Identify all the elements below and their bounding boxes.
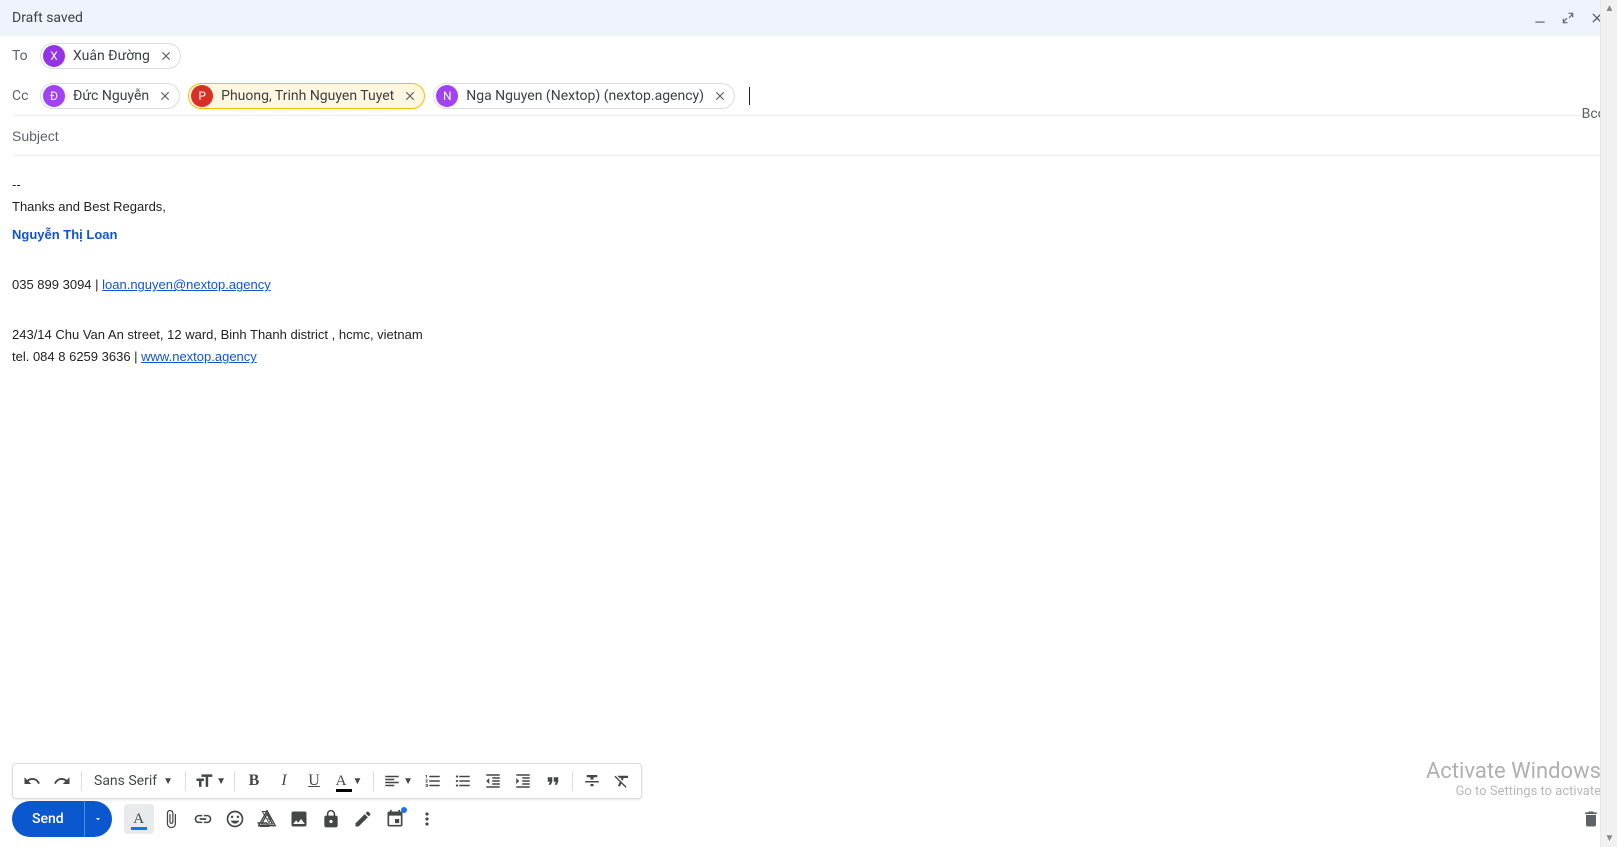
indent-more-button[interactable] [508,766,538,796]
insert-drive-button[interactable] [252,804,282,834]
sig-regards: Thanks and Best Regards, [12,196,1605,218]
chevron-down-icon: ▼ [216,776,226,787]
redo-button[interactable] [47,766,77,796]
separator [81,771,82,791]
schedule-send-button[interactable] [380,804,410,834]
draft-status: Draft saved [12,10,1533,26]
to-chips: X Xuân Đường [40,43,181,69]
chevron-down-icon: ▼ [403,776,413,787]
avatar: X [43,45,65,67]
separator [373,771,374,791]
sig-separator: -- [12,174,1605,196]
subject-input[interactable] [12,128,1605,144]
formatting-options-button[interactable]: A [124,804,154,834]
send-button[interactable]: Send [12,801,84,837]
font-size-button[interactable]: ▼ [190,766,230,796]
text-color-button[interactable]: A ▼ [329,766,369,796]
recipient-chip[interactable]: X Xuân Đường [40,43,181,69]
compose-header: Draft saved [0,0,1617,36]
remove-chip-icon[interactable] [158,48,174,64]
scrollbar-thumb[interactable] [1601,17,1617,830]
send-button-group: Send [12,801,112,837]
remove-chip-icon[interactable] [402,88,418,104]
chevron-down-icon: ▼ [163,776,173,787]
text-cursor [749,87,750,105]
quote-button[interactable] [538,766,568,796]
confidential-mode-button[interactable] [316,804,346,834]
numbered-list-button[interactable] [418,766,448,796]
strikethrough-button[interactable] [577,766,607,796]
sig-contact-line: 035 899 3094 | loan.nguyen@nextop.agency [12,274,1605,296]
avatar: P [191,85,213,107]
italic-button[interactable]: I [269,766,299,796]
recipient-chip[interactable]: Đ Đức Nguyễn [40,83,180,109]
recipient-chip[interactable]: P Phuong, Trinh Nguyen Tuyet [188,83,425,109]
chip-name: Đức Nguyễn [65,88,157,104]
separator [234,771,235,791]
separator [572,771,573,791]
compose-body[interactable]: -- Thanks and Best Regards, Nguyễn Thị L… [0,156,1617,387]
more-options-button[interactable] [412,804,442,834]
insert-link-button[interactable] [188,804,218,834]
vertical-scrollbar[interactable]: ▲ ▼ [1600,0,1617,847]
sig-phone: 035 899 3094 [12,277,92,292]
remove-formatting-button[interactable] [607,766,637,796]
chip-name: Xuân Đường [65,48,158,64]
sig-email-link[interactable]: loan.nguyen@nextop.agency [102,277,271,292]
avatar: N [436,85,458,107]
to-row[interactable]: To X Xuân Đường [12,36,1605,76]
sig-name: Nguyễn Thị Loan [12,224,1605,246]
window-controls [1533,10,1605,26]
sig-address: 243/14 Chu Van An street, 12 ward, Binh … [12,324,1605,346]
scroll-down-button[interactable]: ▼ [1601,830,1617,847]
minimize-button[interactable] [1533,11,1547,25]
undo-button[interactable] [17,766,47,796]
watermark-line2: Go to Settings to activate [1426,784,1601,799]
chip-name: Phuong, Trinh Nguyen Tuyet [213,88,402,104]
chip-name: Nga Nguyen (Nextop) (nextop.agency) [458,88,712,104]
subject-row[interactable] [12,116,1605,156]
remove-chip-icon[interactable] [712,88,728,104]
remove-chip-icon[interactable] [157,88,173,104]
recipient-chip[interactable]: N Nga Nguyen (Nextop) (nextop.agency) [433,83,735,109]
bottom-bar: Send A [12,799,1605,839]
bulleted-list-button[interactable] [448,766,478,796]
format-toolbar: Sans Serif ▼ ▼ B I U A ▼ ▼ [12,763,642,799]
bold-button[interactable]: B [239,766,269,796]
to-label: To [12,48,40,64]
sig-tel-line: tel. 084 8 6259 3636 | www.nextop.agency [12,346,1605,368]
font-name: Sans Serif [94,773,157,789]
cc-row[interactable]: Cc Đ Đức Nguyễn P Phuong, Trinh Nguyen T… [12,76,1605,116]
insert-emoji-button[interactable] [220,804,250,834]
cc-label: Cc [12,88,40,104]
windows-activation-watermark: Activate Windows Go to Settings to activ… [1426,759,1601,799]
discard-draft-button[interactable] [1581,809,1601,833]
send-options-button[interactable] [84,801,112,837]
cc-chips: Đ Đức Nguyễn P Phuong, Trinh Nguyen Tuye… [40,83,750,109]
insert-photo-button[interactable] [284,804,314,834]
attach-file-button[interactable] [156,804,186,834]
notification-dot-icon [401,807,407,813]
font-family-select[interactable]: Sans Serif ▼ [86,773,181,789]
sig-tel: tel. 084 8 6259 3636 | [12,349,141,364]
underline-button[interactable]: U [299,766,329,796]
separator [185,771,186,791]
indent-less-button[interactable] [478,766,508,796]
sig-website-link[interactable]: www.nextop.agency [141,349,257,364]
recipients-area: To X Xuân Đường Cc Đ Đức Nguyễn P [0,36,1617,156]
chevron-down-icon: ▼ [352,776,362,787]
align-button[interactable]: ▼ [378,766,418,796]
bottom-icons: A [124,804,442,834]
insert-signature-button[interactable] [348,804,378,834]
avatar: Đ [43,85,65,107]
watermark-line1: Activate Windows [1426,759,1601,784]
exit-fullscreen-button[interactable] [1561,11,1575,25]
scroll-up-button[interactable]: ▲ [1601,0,1617,17]
